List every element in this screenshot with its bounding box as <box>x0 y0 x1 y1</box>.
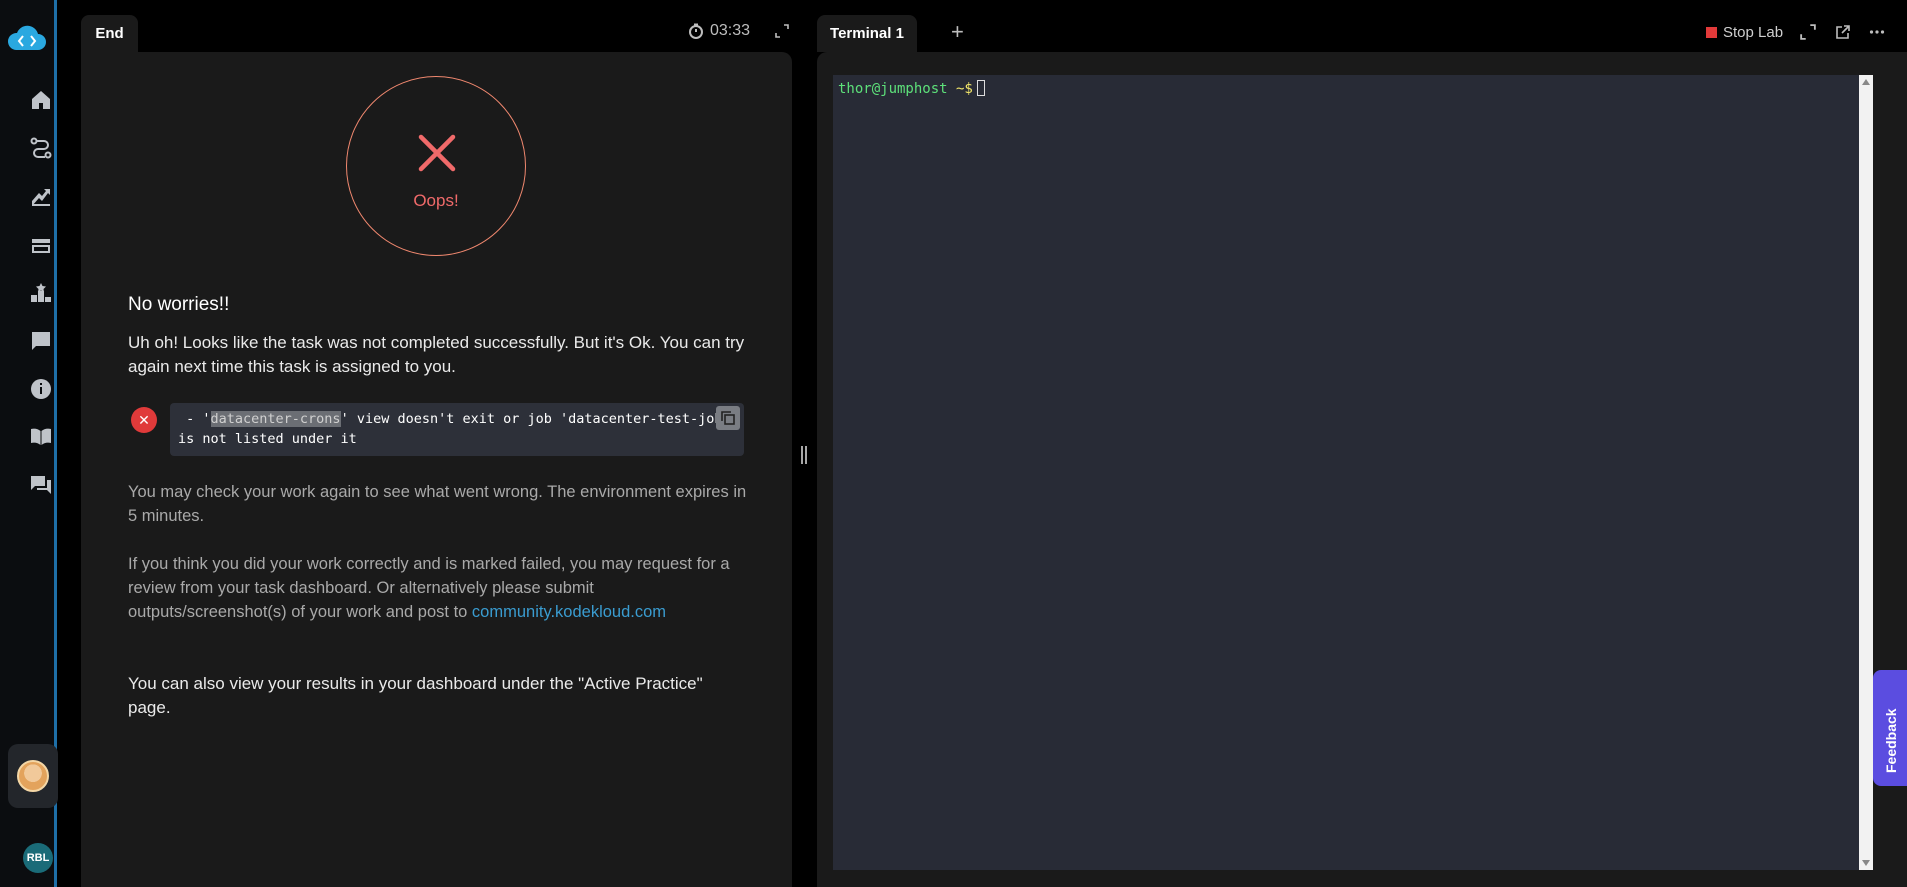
tab-end[interactable]: End <box>81 15 138 52</box>
stopwatch-icon <box>689 23 703 39</box>
avatar[interactable] <box>17 760 49 792</box>
expand-icon[interactable] <box>775 24 789 38</box>
terminal-prompt: thor@jumphost ~$ <box>838 80 985 97</box>
feedback-label: Feedback <box>1883 708 1899 773</box>
terminal-cursor <box>976 80 985 96</box>
timer: 03:33 <box>688 22 750 40</box>
scroll-down-icon[interactable] <box>1862 860 1870 866</box>
stop-lab-label: Stop Lab <box>1723 24 1784 41</box>
info-icon[interactable] <box>28 376 54 402</box>
error-highlight: datacenter-crons <box>210 411 341 427</box>
terminal-screen[interactable] <box>833 75 1859 870</box>
result-badge: Oops! <box>346 76 526 256</box>
more-options-icon[interactable] <box>1869 24 1885 40</box>
kodekloud-logo-icon[interactable] <box>6 24 48 54</box>
book-icon[interactable] <box>28 424 54 450</box>
add-tab-button[interactable]: + <box>951 21 964 43</box>
terminal-scrollbar[interactable] <box>1859 75 1873 870</box>
stop-lab-button[interactable]: Stop Lab <box>1706 24 1783 41</box>
prompt-dir: ~$ <box>947 81 973 97</box>
prompt-user: thor@jumphost <box>838 81 948 97</box>
labs-icon[interactable] <box>28 232 54 258</box>
roadmap-icon[interactable] <box>28 135 54 161</box>
result-heading: No worries!! <box>128 294 230 315</box>
notes-icon[interactable] <box>28 328 54 354</box>
growth-icon[interactable] <box>28 184 54 210</box>
copy-icon <box>721 411 735 425</box>
community-link[interactable]: community.kodekloud.com <box>472 603 666 621</box>
tab-terminal-1[interactable]: Terminal 1 <box>817 15 917 52</box>
fail-x-icon <box>418 134 456 172</box>
result-label: Oops! <box>413 191 459 210</box>
chat-icon[interactable] <box>28 472 54 498</box>
review-text: If you think you did your work correctly… <box>128 552 748 624</box>
dashboard-note: You can also view your results in your d… <box>128 674 703 717</box>
sidebar: RBL <box>0 0 58 887</box>
leaderboard-icon[interactable] <box>28 280 54 306</box>
timer-value: 03:33 <box>710 22 751 39</box>
result-message: Uh oh! Looks like the task was not compl… <box>128 333 745 376</box>
copy-button[interactable] <box>716 406 740 430</box>
error-prefix: - ' <box>178 411 211 427</box>
external-link-icon[interactable] <box>1835 24 1851 40</box>
scroll-up-icon[interactable] <box>1862 79 1870 85</box>
profile-card[interactable] <box>8 744 58 808</box>
home-icon[interactable] <box>28 87 54 113</box>
user-initials-avatar[interactable]: RBL <box>23 843 53 873</box>
expand-icon[interactable] <box>1800 24 1816 40</box>
error-icon: ✕ <box>131 407 157 433</box>
check-again-text: You may check your work again to see wha… <box>128 483 747 525</box>
pane-resize-handle[interactable] <box>800 446 808 464</box>
feedback-button[interactable]: Feedback <box>1873 670 1907 786</box>
error-detail: - 'datacenter-crons' view doesn't exit o… <box>170 403 744 456</box>
stop-icon <box>1706 27 1717 38</box>
